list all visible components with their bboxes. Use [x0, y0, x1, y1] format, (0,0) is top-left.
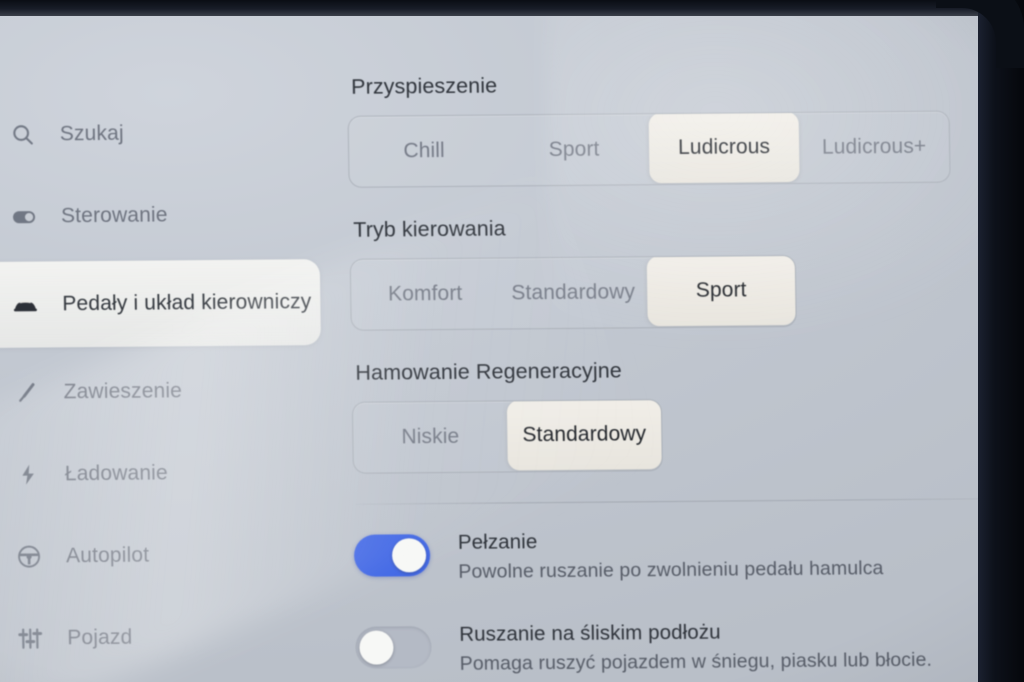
settings-main-panel: Przyspieszenie Chill Sport Ludicrous Lud… [347, 69, 996, 682]
sidebar-item-charging[interactable]: Ładowanie [0, 435, 323, 512]
sidebar-item-autopilot[interactable]: Autopilot [0, 517, 325, 594]
car-icon [8, 288, 43, 322]
sliders-icon [13, 621, 48, 655]
segment-chill[interactable]: Chill [349, 116, 500, 187]
sidebar-item-pedals[interactable]: Pedały i układ kierowniczy [0, 259, 321, 348]
segment-sport[interactable]: Sport [646, 254, 796, 327]
section-title: Przyspieszenie [350, 73, 498, 99]
search-icon [6, 118, 41, 152]
car-touchscreen: Szukaj Sterowanie Pedały i układ kierown… [0, 3, 1007, 682]
sidebar-item-label: Szukaj [59, 121, 124, 146]
section-regenerative-braking: Hamowanie Regeneracyjne Niskie Standardo… [351, 355, 993, 474]
settings-sidebar: Szukaj Sterowanie Pedały i układ kierown… [0, 95, 326, 682]
photo-frame: Szukaj Sterowanie Pedały i układ kierown… [0, 0, 1024, 682]
sidebar-item-label: Ładowanie [64, 461, 168, 486]
steering-mode-segmented-control[interactable]: Komfort Standardowy Sport [349, 254, 797, 331]
setting-row-slip-start: Ruszanie na śliskim podłożu Pomaga ruszy… [355, 617, 996, 677]
sidebar-item-vehicle[interactable]: Pojazd [0, 599, 326, 676]
setting-title: Ruszanie na śliskim podłożu [459, 620, 721, 646]
creep-toggle-switch[interactable] [353, 534, 431, 577]
shock-absorber-icon [9, 376, 44, 410]
segment-standardowy[interactable]: Standardowy [499, 257, 648, 328]
sidebar-item-label: Pedały i układ kierowniczy [62, 290, 312, 316]
section-acceleration: Przyspieszenie Chill Sport Ludicrous Lud… [347, 69, 989, 188]
setting-title: Pełzanie [457, 530, 538, 554]
slip-start-toggle-switch[interactable] [355, 626, 432, 669]
segment-ludicrous-plus[interactable]: Ludicrous+ [799, 112, 950, 183]
steering-wheel-icon [12, 539, 47, 573]
segment-standardowy[interactable]: Standardowy [506, 399, 662, 471]
sidebar-item-label: Pojazd [67, 625, 133, 650]
setting-description: Pomaga ruszyć pojazdem w śniegu, piasku … [459, 648, 933, 675]
sidebar-item-label: Sterowanie [60, 203, 168, 228]
toggle-icon [7, 200, 42, 234]
acceleration-segmented-control[interactable]: Chill Sport Ludicrous Ludicrous+ [347, 110, 951, 188]
segment-ludicrous[interactable]: Ludicrous [648, 111, 800, 184]
regen-braking-segmented-control[interactable]: Niskie Standardowy [351, 399, 663, 474]
segment-sport[interactable]: Sport [499, 114, 650, 185]
section-divider [355, 498, 986, 505]
setting-description: Powolne ruszanie po zwolnieniu pedału ha… [458, 557, 884, 583]
sidebar-item-suspension[interactable]: Zawieszenie [0, 353, 322, 430]
section-title: Hamowanie Regeneracyjne [355, 358, 622, 385]
toggle-knob [391, 538, 427, 573]
sidebar-item-label: Zawieszenie [63, 379, 183, 404]
section-title: Tryb kierowania [353, 216, 506, 242]
sidebar-item-search[interactable]: Szukaj [0, 95, 318, 172]
toggle-knob [359, 630, 394, 665]
section-steering-mode: Tryb kierowania Komfort Standardowy Spor… [349, 212, 991, 331]
settings-app: Szukaj Sterowanie Pedały i układ kierown… [0, 3, 1006, 682]
lightning-bolt-icon [11, 457, 46, 491]
setting-row-creep: Pełzanie Powolne ruszanie po zwolnieniu … [353, 525, 995, 585]
segment-niskie[interactable]: Niskie [353, 401, 508, 472]
sidebar-item-controls[interactable]: Sterowanie [0, 177, 320, 254]
setting-texts: Ruszanie na śliskim podłożu Pomaga ruszy… [459, 618, 932, 676]
setting-texts: Pełzanie Powolne ruszanie po zwolnieniu … [458, 526, 884, 584]
segment-komfort[interactable]: Komfort [351, 259, 500, 330]
sidebar-item-label: Autopilot [65, 543, 150, 568]
